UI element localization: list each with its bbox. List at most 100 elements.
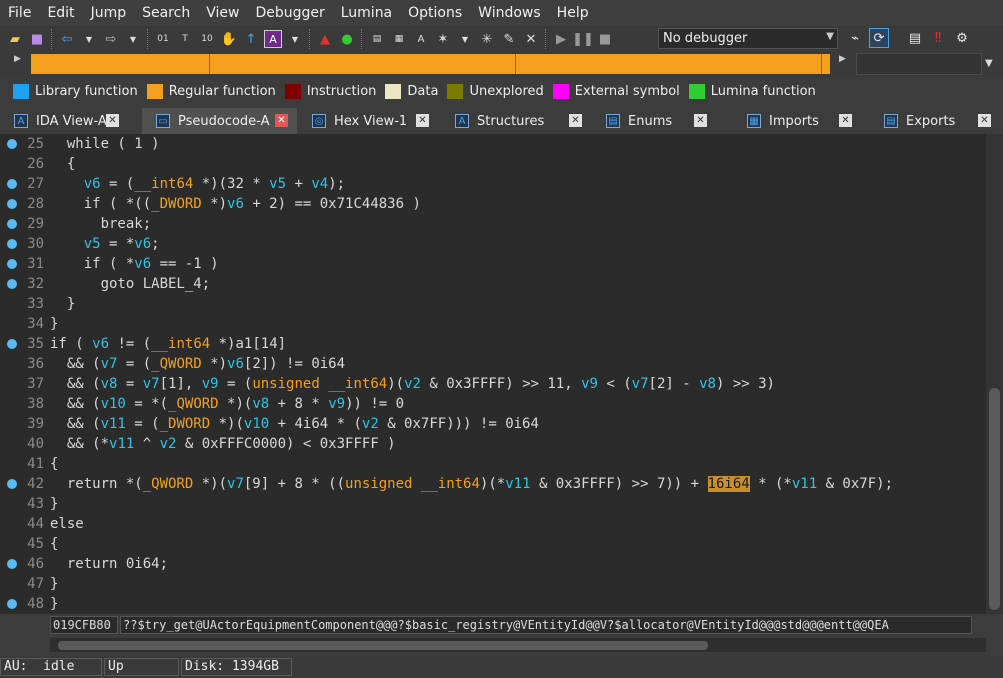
breakpoint-dot-icon[interactable] <box>7 219 17 229</box>
save-icon[interactable]: ■ <box>28 30 46 48</box>
code-line[interactable]: 38 && (v10 = *(_QWORD *)(v8 + 8 * v9)) !… <box>0 394 986 414</box>
code-text[interactable]: else <box>50 514 84 534</box>
code-line[interactable]: 28 if ( *((_DWORD *)v6 + 2) == 0x71C4483… <box>0 194 986 214</box>
tab-structures[interactable]: A Structures ✕ <box>441 108 591 134</box>
tab-hex-view-1[interactable]: ◎ Hex View-1 ✕ <box>298 108 438 134</box>
binary-search-icon[interactable]: 01 <box>154 30 172 48</box>
edit-icon[interactable]: ✎ <box>500 30 518 48</box>
close-icon[interactable]: ✕ <box>978 114 991 127</box>
code-line[interactable]: 41 { <box>0 454 986 474</box>
navigation-band[interactable] <box>31 54 830 74</box>
menu-jump[interactable]: Jump <box>83 0 135 26</box>
breakpoint-dot-icon[interactable] <box>7 259 17 269</box>
code-line[interactable]: 27 v6 = (__int64 *)(32 * v5 + v4); <box>0 174 986 194</box>
code-icon[interactable]: ▤ <box>368 30 386 48</box>
step-icon[interactable]: ⌁ <box>845 28 865 48</box>
menu-options[interactable]: Options <box>400 0 470 26</box>
code-text[interactable]: return *(_QWORD *)(v7[9] + 8 * ((unsigne… <box>50 474 893 494</box>
code-text[interactable]: if ( *((_DWORD *)v6 + 2) == 0x71C44836 ) <box>50 194 421 214</box>
code-line[interactable]: 26 { <box>0 154 986 174</box>
tab-enums[interactable]: ▤ Enums ✕ <box>592 108 716 134</box>
code-line[interactable]: 29 break; <box>0 214 986 234</box>
tab-exports[interactable]: ▤ Exports ✕ <box>870 108 1000 134</box>
play-icon[interactable]: ▶ <box>552 30 570 48</box>
code-text[interactable]: } <box>50 574 58 594</box>
text-search-icon[interactable]: T <box>176 30 194 48</box>
nav-right-arrow-icon[interactable]: ▶ <box>839 54 846 64</box>
vertical-scrollbar-thumb[interactable] <box>989 388 1000 610</box>
code-line[interactable]: 37 && (v8 = v7[1], v9 = (unsigned __int6… <box>0 374 986 394</box>
menu-debugger[interactable]: Debugger <box>247 0 332 26</box>
undefine-icon[interactable]: ✶ <box>434 30 452 48</box>
breakpoint-dot-icon[interactable] <box>7 179 17 189</box>
pause-icon[interactable]: ❚❚ <box>572 30 594 48</box>
code-text[interactable]: v6 = (__int64 *)(32 * v5 + v4); <box>50 174 345 194</box>
code-text[interactable]: } <box>50 314 58 334</box>
code-line[interactable]: 46 return 0i64; <box>0 554 986 574</box>
breakpoint-dot-icon[interactable] <box>7 139 17 149</box>
dropdown-arrow-icon[interactable]: ▼ <box>286 30 304 48</box>
close-icon[interactable]: ✕ <box>416 114 429 127</box>
debugger-options-icon[interactable]: ⚙ <box>952 28 972 48</box>
menu-help[interactable]: Help <box>549 0 597 26</box>
code-line[interactable]: 30 v5 = *v6; <box>0 234 986 254</box>
code-line[interactable]: 42 return *(_QWORD *)(v7[9] + 8 * ((unsi… <box>0 474 986 494</box>
code-line[interactable]: 47} <box>0 574 986 594</box>
code-line[interactable]: 40 && (*v11 ^ v2 & 0xFFFC0000) < 0x3FFFF… <box>0 434 986 454</box>
code-text[interactable]: { <box>50 534 58 554</box>
back-arrow-icon[interactable]: ⇦ <box>58 30 76 48</box>
menu-edit[interactable]: Edit <box>39 0 82 26</box>
code-text[interactable]: } <box>50 594 58 614</box>
menu-file[interactable]: File <box>0 0 39 26</box>
dropdown-arrow-icon[interactable]: ▼ <box>456 30 474 48</box>
forward-arrow-icon[interactable]: ⇨ <box>102 30 120 48</box>
code-line[interactable]: 33 } <box>0 294 986 314</box>
attach-icon[interactable]: ⟳ <box>869 28 889 48</box>
code-text[interactable]: v5 = *v6; <box>50 234 160 254</box>
menu-search[interactable]: Search <box>134 0 198 26</box>
code-text[interactable]: { <box>50 454 58 474</box>
breakpoint-dot-icon[interactable] <box>7 599 17 609</box>
breakpoint-dot-icon[interactable] <box>7 279 17 289</box>
menu-view[interactable]: View <box>198 0 247 26</box>
dropdown-arrow-icon[interactable]: ▼ <box>80 30 98 48</box>
code-line[interactable]: 35 if ( v6 != (__int64 *)a1[14] <box>0 334 986 354</box>
menu-windows[interactable]: Windows <box>470 0 549 26</box>
breakpoint-dot-icon[interactable] <box>7 559 17 569</box>
code-text[interactable]: break; <box>50 214 152 234</box>
open-folder-icon[interactable]: ▰ <box>6 30 24 48</box>
code-text[interactable]: && (v11 = (_DWORD *)(v10 + 4i64 * (v2 & … <box>50 414 539 434</box>
code-text[interactable]: if ( v6 != (__int64 *)a1[14] <box>50 334 286 354</box>
code-text[interactable]: while ( 1 ) <box>50 134 160 154</box>
code-line[interactable]: 45 { <box>0 534 986 554</box>
code-text[interactable]: && (v7 = (_QWORD *)v6[2]) != 0i64 <box>50 354 345 374</box>
code-line[interactable]: 32 goto LABEL_4; <box>0 274 986 294</box>
breakpoint-dot-icon[interactable] <box>7 339 17 349</box>
pseudocode-view[interactable]: 25 while ( 1 ) 26 {27 v6 = (__int64 *)(32… <box>0 134 986 614</box>
stop-icon[interactable]: ■ <box>596 30 614 48</box>
nav-band-overview[interactable] <box>856 53 982 75</box>
close-icon[interactable]: ✕ <box>106 114 119 127</box>
text-view-icon[interactable]: A <box>264 30 282 48</box>
tab-imports[interactable]: ▦ Imports ✕ <box>733 108 861 134</box>
code-line[interactable]: 36 && (v7 = (_QWORD *)v6[2]) != 0i64 <box>0 354 986 374</box>
code-text[interactable]: if ( *v6 == -1 ) <box>50 254 219 274</box>
nav-band-dropdown-icon[interactable]: ▼ <box>985 58 993 69</box>
cross-icon[interactable]: ✕ <box>522 30 540 48</box>
breakpoint-icon[interactable]: ✳ <box>478 30 496 48</box>
code-text[interactable]: { <box>50 154 75 174</box>
dropdown-arrow-icon[interactable]: ▼ <box>124 30 142 48</box>
immediate-search-icon[interactable]: 10 <box>198 30 216 48</box>
tab-pseudocode-a[interactable]: ▭ Pseudocode-A ✕ <box>142 108 297 134</box>
code-line[interactable]: 25 while ( 1 ) <box>0 134 986 154</box>
breakpoint-dot-icon[interactable] <box>7 239 17 249</box>
code-text[interactable]: && (v10 = *(_QWORD *)(v8 + 8 * v9)) != 0 <box>50 394 404 414</box>
tab-ida-view-a[interactable]: A IDA View-A ✕ <box>0 108 128 134</box>
code-line[interactable]: 31 if ( *v6 == -1 ) <box>0 254 986 274</box>
breakpoint-dot-icon[interactable] <box>7 479 17 489</box>
warning-icon[interactable]: ▲ <box>316 30 334 48</box>
green-circle-icon[interactable]: ● <box>338 30 356 48</box>
code-text[interactable]: && (*v11 ^ v2 & 0xFFFC0000) < 0x3FFFF ) <box>50 434 396 454</box>
trace-icon[interactable]: ▤ <box>905 28 925 48</box>
nav-left-arrow-icon[interactable]: ▶ <box>14 54 21 64</box>
